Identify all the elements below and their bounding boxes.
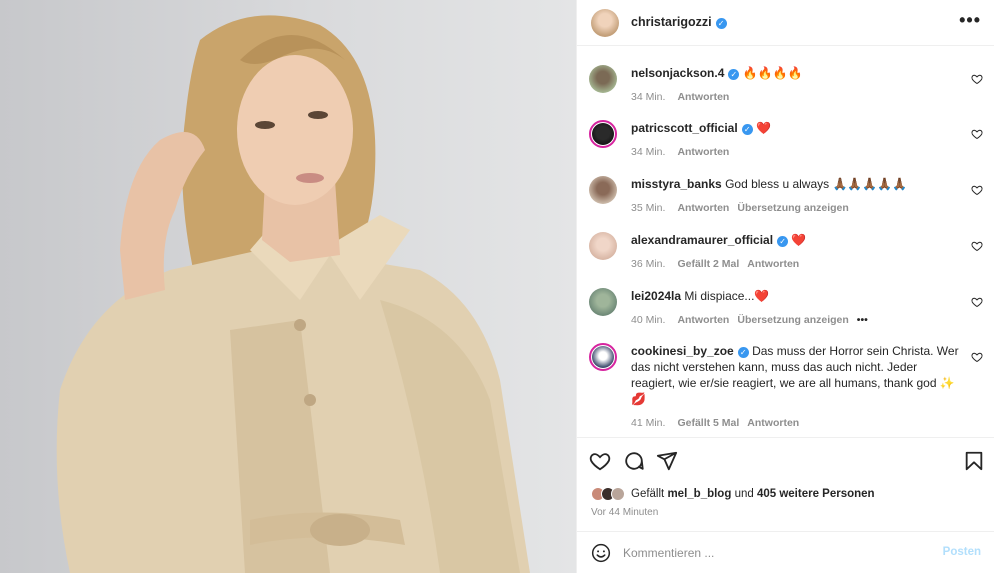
post-panel: christarigozzi ✓ ••• nelsonjackson.4 ✓ 🔥🔥🔥… <box>576 0 994 573</box>
commenter-username[interactable]: cookinesi_by_zoe <box>631 344 734 358</box>
emoji-icon[interactable] <box>591 543 611 563</box>
verified-icon: ✓ <box>715 18 727 29</box>
liked-by: Gefällt mel_b_blog und 405 weitere Perso… <box>591 487 875 501</box>
comment-text: misstyra_banks God bless u always 🙏🏾🙏🏾🙏🏾… <box>631 176 961 192</box>
avatar <box>611 487 625 501</box>
comment-meta: 41 Min. Gefällt 5 Mal Antworten <box>631 415 961 431</box>
commenter-avatar[interactable] <box>589 288 617 316</box>
commenter-avatar[interactable] <box>589 232 617 260</box>
liked-by-avatars[interactable] <box>591 487 625 501</box>
comment-like-icon[interactable] <box>971 240 983 252</box>
comment-like-icon[interactable] <box>971 184 983 196</box>
comment-more-icon[interactable]: ••• <box>857 314 868 326</box>
comments-list: nelsonjackson.4 ✓ 🔥🔥🔥🔥 34 Min. Antworten p… <box>577 47 994 437</box>
translate-button[interactable]: Übersetzung anzeigen <box>737 314 848 326</box>
share-icon[interactable] <box>656 450 678 472</box>
comment-like-icon[interactable] <box>971 128 983 140</box>
comment-text: patricscott_official ✓ ❤️ <box>631 120 961 136</box>
commenter-avatar[interactable] <box>589 65 617 93</box>
post-header: christarigozzi ✓ ••• <box>577 0 994 46</box>
commenter-username[interactable]: alexandramaurer_official <box>631 233 773 247</box>
comment-meta: 40 Min. Antworten Übersetzung anzeigen ••• <box>631 312 961 328</box>
comment-body: ❤️ <box>756 121 771 135</box>
commenter-avatar[interactable] <box>589 120 617 148</box>
comment-text: nelsonjackson.4 ✓ 🔥🔥🔥🔥 <box>631 65 961 81</box>
reply-button[interactable]: Antworten <box>677 146 729 158</box>
comment-meta: 36 Min. Gefällt 2 Mal Antworten <box>631 256 961 272</box>
comment-icon[interactable] <box>623 450 645 472</box>
verified-icon: ✓ <box>777 236 789 247</box>
verified-icon: ✓ <box>728 69 740 80</box>
comment-time[interactable]: 40 Min. <box>631 314 665 326</box>
comment-body: Mi dispiace...❤️ <box>684 289 770 303</box>
more-options-icon[interactable]: ••• <box>959 10 981 31</box>
author-username[interactable]: christarigozzi ✓ <box>631 15 727 29</box>
liked-by-and: und <box>734 488 754 500</box>
comment-like-icon[interactable] <box>971 296 983 308</box>
comment-likes-count[interactable]: Gefällt 5 Mal <box>677 417 739 429</box>
comment-text: alexandramaurer_official ✓ ❤️ <box>631 232 961 248</box>
post-image <box>56 15 531 573</box>
verified-icon: ✓ <box>741 124 753 135</box>
comment-likes-count[interactable]: Gefällt 2 Mal <box>677 258 739 270</box>
comment-text: cookinesi_by_zoe ✓ Das muss der Horror se… <box>631 343 961 407</box>
reply-button[interactable]: Antworten <box>677 202 729 214</box>
comment-time[interactable]: 34 Min. <box>631 91 665 103</box>
comment-time[interactable]: 35 Min. <box>631 202 665 214</box>
commenter-username[interactable]: misstyra_banks <box>631 177 722 191</box>
liked-by-user[interactable]: mel_b_blog <box>667 488 731 500</box>
comment-composer: Posten <box>577 531 994 573</box>
reply-button[interactable]: Antworten <box>747 417 799 429</box>
verified-icon: ✓ <box>737 347 749 358</box>
comment-like-icon[interactable] <box>971 351 983 363</box>
comment-input[interactable] <box>623 544 923 562</box>
post-actions: Gefällt mel_b_blog und 405 weitere Perso… <box>577 437 994 532</box>
comment-time[interactable]: 34 Min. <box>631 146 665 158</box>
commenter-avatar[interactable] <box>589 176 617 204</box>
post-time[interactable]: Vor 44 Minuten <box>591 507 658 518</box>
reply-button[interactable]: Antworten <box>747 258 799 270</box>
comment-like-icon[interactable] <box>971 73 983 85</box>
author-avatar[interactable] <box>591 9 619 37</box>
comment-body: ❤️ <box>791 233 807 247</box>
reply-button[interactable]: Antworten <box>677 91 729 103</box>
comment-body: God bless u always 🙏🏾🙏🏾🙏🏾🙏🏾🙏🏾 <box>725 177 908 191</box>
translate-button[interactable]: Übersetzung anzeigen <box>737 202 848 214</box>
comment-meta: 35 Min. Antworten Übersetzung anzeigen <box>631 200 961 216</box>
post-photo[interactable] <box>0 0 576 573</box>
reply-button[interactable]: Antworten <box>677 314 729 326</box>
comment-text: lei2024la Mi dispiace...❤️ <box>631 288 961 304</box>
liked-by-prefix: Gefällt <box>631 488 665 500</box>
author-name[interactable]: christarigozzi <box>631 15 712 29</box>
comment-meta: 34 Min. Antworten <box>631 89 961 105</box>
commenter-username[interactable]: lei2024la <box>631 289 681 303</box>
comment-time[interactable]: 36 Min. <box>631 258 665 270</box>
comment-meta: 34 Min. Antworten <box>631 144 961 160</box>
heart-icon[interactable] <box>589 450 611 472</box>
post-button[interactable]: Posten <box>943 546 981 558</box>
liked-by-others[interactable]: 405 weitere Personen <box>757 488 875 500</box>
commenter-avatar[interactable] <box>589 343 617 371</box>
comment-time[interactable]: 41 Min. <box>631 417 665 429</box>
commenter-username[interactable]: patricscott_official <box>631 121 738 135</box>
bookmark-icon[interactable] <box>963 450 985 472</box>
commenter-username[interactable]: nelsonjackson.4 <box>631 66 724 80</box>
comment-body: 🔥🔥🔥🔥 <box>742 66 803 80</box>
